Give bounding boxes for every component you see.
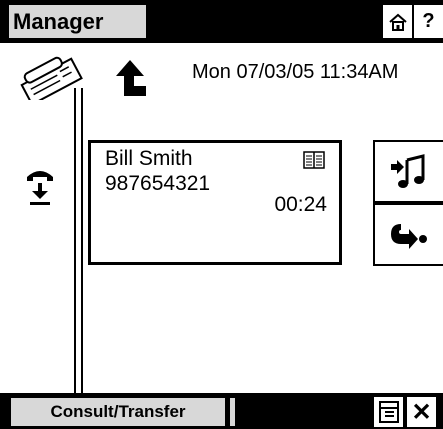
active-call-panel[interactable]: Bill Smith 987654321 00:24 — [88, 140, 342, 265]
home-button[interactable] — [383, 5, 412, 38]
home-icon — [388, 13, 407, 31]
menu-icon — [378, 401, 399, 423]
rail-left — [74, 88, 76, 393]
phone-device-icon — [20, 56, 83, 100]
help-button[interactable]: ? — [414, 5, 443, 38]
phonebook-icon[interactable] — [303, 150, 325, 170]
hold-transfer-icon — [391, 223, 427, 249]
close-button[interactable]: ✕ — [407, 397, 436, 427]
rail-right — [81, 88, 83, 393]
date-time: Mon 07/03/05 11:34AM — [192, 61, 399, 83]
music-on-hold-button[interactable] — [373, 140, 443, 203]
handset-download-icon[interactable] — [25, 165, 55, 209]
caller-name: Bill Smith — [105, 147, 193, 170]
music-on-hold-icon — [391, 153, 425, 188]
hold-transfer-button[interactable] — [373, 203, 443, 266]
menu-button[interactable] — [374, 397, 403, 427]
top-bar: Manager ? — [0, 0, 443, 43]
softkey-divider — [230, 398, 235, 426]
app-title[interactable]: Manager — [9, 5, 146, 38]
caller-number: 987654321 — [105, 172, 211, 195]
bottom-bar: Consult/Transfer ✕ — [0, 393, 443, 429]
call-duration: 00:24 — [274, 193, 327, 216]
back-arrow-icon[interactable] — [112, 58, 148, 98]
consult-transfer-button[interactable]: Consult/Transfer — [11, 398, 225, 426]
